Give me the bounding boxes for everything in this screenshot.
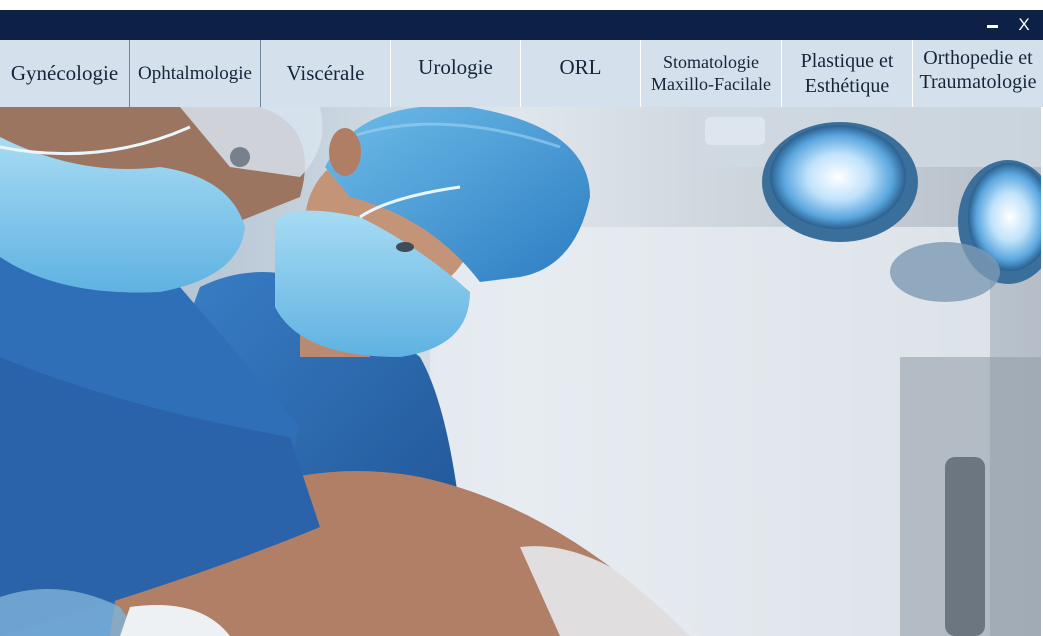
specialty-menu: Gynécologie Ophtalmologie Viscérale Urol… <box>0 40 1043 107</box>
close-icon: X <box>1018 15 1030 34</box>
tab-urologie[interactable]: Urologie <box>391 40 521 107</box>
tab-label-line-2: Maxillo-Facilale <box>651 73 771 94</box>
title-bar: X <box>0 10 1043 40</box>
tab-label-line-1: Stomatologie <box>663 51 759 72</box>
hero-surgeons-image <box>0 107 1043 636</box>
minimize-button[interactable] <box>978 10 1008 40</box>
minimize-icon <box>987 25 998 28</box>
tab-orthopedie[interactable]: Orthopedie et Traumatologie <box>913 40 1043 107</box>
tab-label: Gynécologie <box>10 60 119 85</box>
tab-label: Viscérale <box>286 60 365 85</box>
tab-gynecologie[interactable]: Gynécologie <box>0 40 130 107</box>
app-window: X Gynécologie Ophtalmologie Viscérale Ur… <box>0 0 1043 636</box>
tab-viscerale[interactable]: Viscérale <box>261 40 391 107</box>
tab-plastique[interactable]: Plastique et Esthétique <box>782 40 913 107</box>
tab-orl[interactable]: ORL <box>521 40 641 107</box>
surgeons-illustration <box>0 107 1043 636</box>
tab-label-line-2: Traumatologie <box>919 71 1037 94</box>
tab-label: Urologie <box>418 55 493 79</box>
tab-stomatologie[interactable]: Stomatologie Maxillo-Facilale <box>641 40 782 107</box>
tab-label-line-1: Orthopedie et <box>923 47 1033 69</box>
tab-label: ORL <box>559 55 602 79</box>
close-button[interactable]: X <box>1009 10 1039 40</box>
tab-label-line-1: Plastique et <box>800 50 894 73</box>
tab-label: Ophtalmologie <box>138 62 252 84</box>
tab-ophtalmologie[interactable]: Ophtalmologie <box>130 40 261 107</box>
tab-label-line-2: Esthétique <box>804 74 890 97</box>
